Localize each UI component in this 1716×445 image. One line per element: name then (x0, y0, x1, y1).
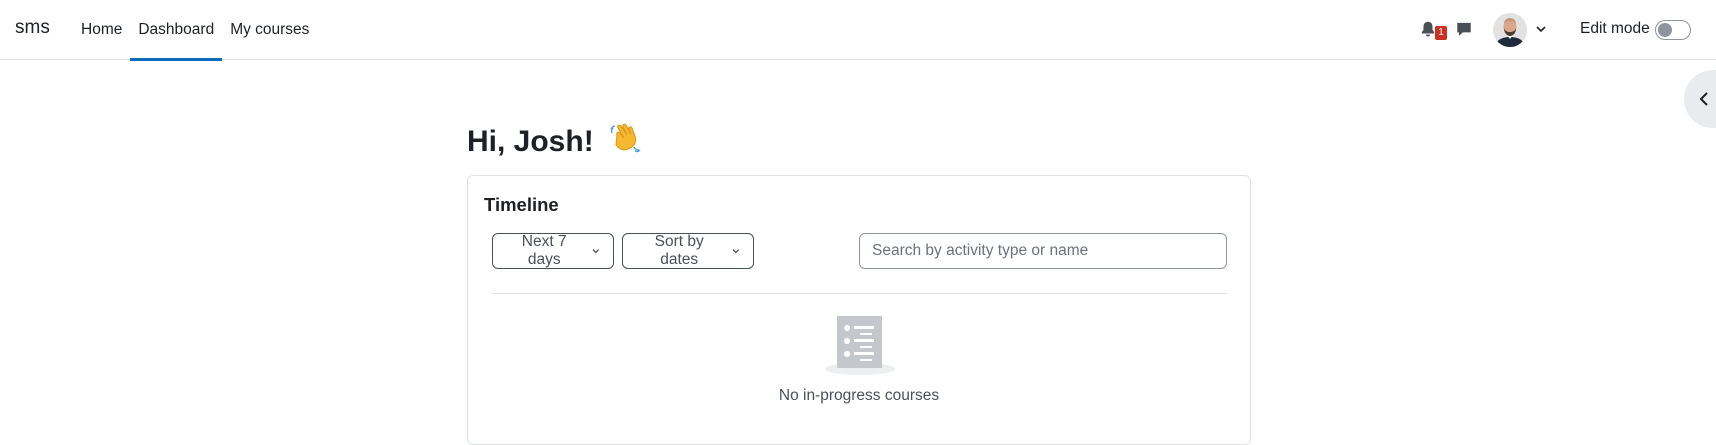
timeline-title: Timeline (484, 194, 559, 215)
divider (492, 293, 1227, 294)
nav-item-label: Dashboard (138, 21, 215, 38)
top-navbar: sms Home Dashboard My courses 1 Edit mod… (0, 0, 1716, 61)
chevron-left-icon (1699, 92, 1708, 106)
nav-item-label: Home (81, 21, 123, 38)
site-brand[interactable]: sms (15, 17, 50, 39)
nav-item-dashboard[interactable]: Dashboard (130, 0, 223, 61)
primary-navigation: Home Dashboard My courses (73, 0, 317, 61)
nav-item-my-courses[interactable]: My courses (222, 0, 317, 60)
nav-item-label: My courses (230, 21, 310, 38)
message-icon[interactable] (1455, 20, 1475, 40)
edit-mode-toggle[interactable] (1655, 20, 1691, 40)
timeline-block: Timeline Next 7 days Sort by dates No in (467, 175, 1251, 445)
sort-dropdown[interactable]: Sort by dates (622, 233, 754, 269)
empty-list-icon (824, 314, 896, 376)
sort-label: Sort by dates (654, 233, 704, 268)
wave-icon (608, 121, 642, 163)
timeline-search-input[interactable] (859, 233, 1227, 269)
chevron-down-icon (592, 249, 600, 254)
day-filter-label: Next 7 days (521, 233, 567, 268)
page-title: Hi, Josh! (467, 121, 642, 163)
greeting-text: Hi, Josh! (467, 125, 594, 158)
edit-mode-label: Edit mode (1580, 20, 1650, 37)
open-block-drawer-button[interactable] (1684, 70, 1716, 128)
chevron-down-icon (732, 249, 740, 254)
day-filter-dropdown[interactable]: Next 7 days (492, 233, 614, 269)
empty-state-message: No in-progress courses (778, 387, 940, 404)
chevron-down-icon[interactable] (1534, 22, 1548, 36)
nav-item-home[interactable]: Home (73, 0, 130, 60)
user-avatar[interactable] (1493, 13, 1527, 47)
toggle-knob (1658, 23, 1672, 37)
notification-count-badge: 1 (1435, 26, 1447, 40)
